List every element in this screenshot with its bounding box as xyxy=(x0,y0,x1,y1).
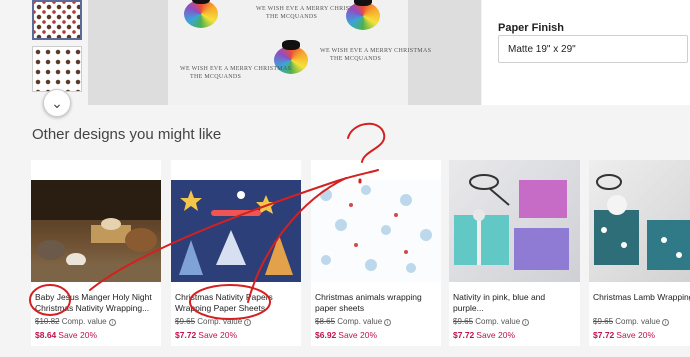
product-image[interactable] xyxy=(589,160,690,282)
product-title[interactable]: Christmas Lamb Wrapping xyxy=(593,292,690,303)
info-icon[interactable]: i xyxy=(244,319,252,326)
lamb-gifts-image xyxy=(594,174,690,270)
sale-price: $6.92 Save 20% xyxy=(315,330,378,340)
christmas-animals-pattern-image xyxy=(320,185,432,273)
greeting-sub: THE MCQUANDS xyxy=(190,74,242,80)
sale-price: $7.72 Save 20% xyxy=(453,330,516,340)
thumbnail-2[interactable] xyxy=(32,46,82,92)
product-title[interactable]: Baby Jesus Manger Holy Night Christmas N… xyxy=(35,292,159,314)
product-image[interactable] xyxy=(171,180,301,282)
product-title[interactable]: Nativity in pink, blue and purple... xyxy=(453,292,577,314)
product-title[interactable]: Christmas Nativity Papers Wrapping Paper… xyxy=(175,292,299,314)
product-card[interactable]: Baby Jesus Manger Holy Night Christmas N… xyxy=(31,160,161,346)
product-options-panel: Paper Finish Matte 19" x 29" xyxy=(482,0,690,105)
comp-value: $8.65 Comp. value i xyxy=(315,317,392,326)
info-icon[interactable]: i xyxy=(522,319,530,326)
product-image[interactable] xyxy=(449,160,580,282)
comp-value: $9.65 Comp. value i xyxy=(453,317,530,326)
product-card[interactable]: Christmas Lamb Wrapping $9.65 Comp. valu… xyxy=(589,160,690,346)
info-icon[interactable]: i xyxy=(108,319,116,326)
comp-value: $9.65 Comp. value i xyxy=(175,317,252,326)
greeting-text: WE WISH EVE A MERRY CHRISTMAS xyxy=(320,48,432,54)
comp-value: $10.82 Comp. value i xyxy=(35,317,116,326)
product-image[interactable] xyxy=(311,180,441,282)
thumbnail-rail: ⌄ xyxy=(0,0,88,117)
sale-price: $7.72 Save 20% xyxy=(175,330,238,340)
chevron-down-icon[interactable]: ⌄ xyxy=(43,89,71,117)
thumbnail-1[interactable] xyxy=(32,0,82,40)
sale-price: $8.64 Save 20% xyxy=(35,330,98,340)
manger-scene-image xyxy=(31,180,161,282)
rainbow-sheep-icon xyxy=(340,0,386,32)
wrapped-gifts-image xyxy=(454,174,569,270)
paper-finish-label: Paper Finish xyxy=(498,22,565,34)
sale-price: $7.72 Save 20% xyxy=(593,330,656,340)
recommendations-heading: Other designs you might like xyxy=(32,126,222,143)
info-icon[interactable]: i xyxy=(384,319,392,326)
wrapping-paper-sheet: WE WISH EVE A MERRY CHRISTMAS THE MCQUAN… xyxy=(168,0,431,105)
rainbow-sheep-icon xyxy=(178,0,224,30)
comp-value: $9.65 Comp. value i xyxy=(593,317,670,326)
product-card[interactable]: Christmas animals wrapping paper sheets … xyxy=(311,160,441,346)
product-card[interactable]: Christmas Nativity Papers Wrapping Paper… xyxy=(171,160,301,346)
product-image[interactable] xyxy=(31,180,161,282)
paper-finish-select[interactable]: Matte 19" x 29" xyxy=(498,35,688,63)
product-title[interactable]: Christmas animals wrapping paper sheets xyxy=(315,292,439,314)
greeting-sub: THE MCQUANDS xyxy=(266,14,318,20)
greeting-text: WE WISH EVE A MERRY CHRISTMAS xyxy=(180,66,292,72)
product-card[interactable]: Nativity in pink, blue and purple... $9.… xyxy=(449,160,580,346)
nativity-pattern-image xyxy=(179,190,293,275)
question-mark-stroke xyxy=(347,123,386,163)
info-icon[interactable]: i xyxy=(662,319,670,326)
greeting-sub: THE MCQUANDS xyxy=(330,56,382,62)
product-preview-image: WE WISH EVE A MERRY CHRISTMAS THE MCQUAN… xyxy=(88,0,481,105)
